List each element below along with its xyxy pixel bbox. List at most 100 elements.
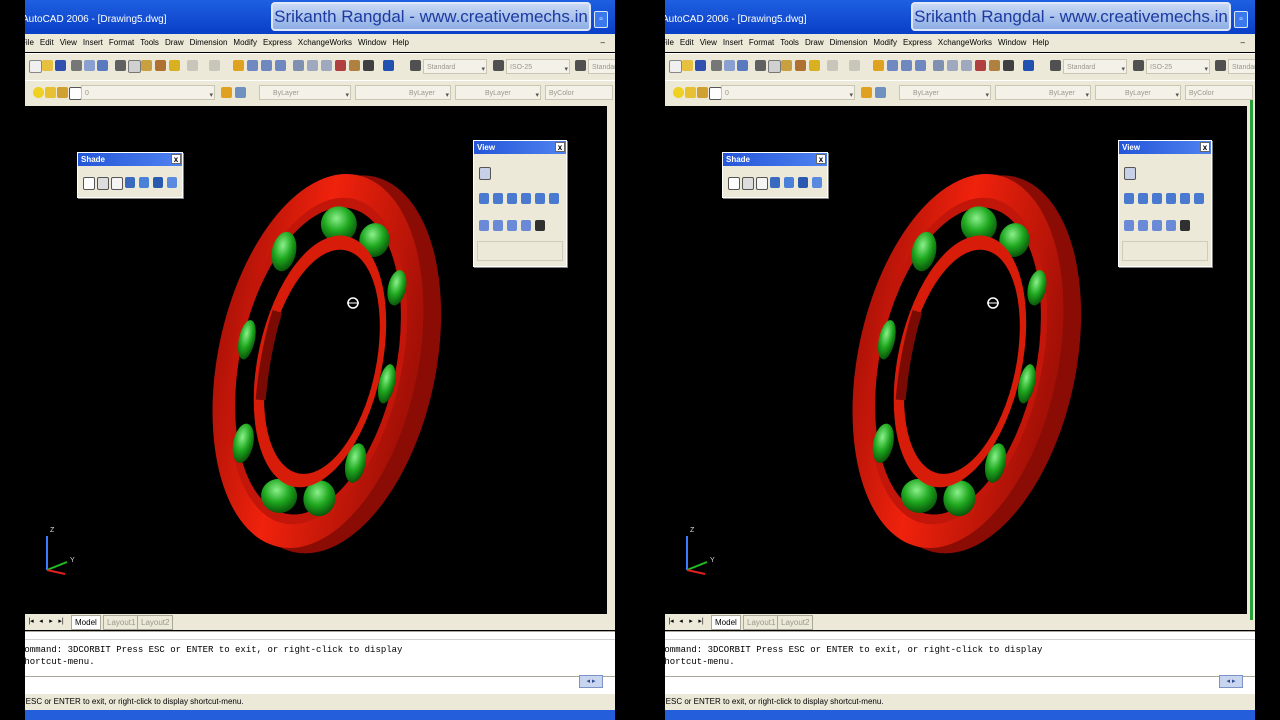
dim-style-select[interactable]: ISO-25 ▾ (506, 59, 570, 74)
gouraud-shaded-icon[interactable] (139, 177, 149, 188)
sw-iso-icon[interactable] (479, 220, 489, 231)
calculator-icon[interactable] (1003, 60, 1014, 71)
command-scroll-icon[interactable]: ◂ ▸ (1219, 675, 1243, 688)
back-view-icon[interactable] (1194, 193, 1204, 204)
menu-modify[interactable]: Modify (233, 34, 257, 52)
pan-icon[interactable] (233, 60, 244, 71)
markup-icon[interactable] (349, 60, 360, 71)
menu-format[interactable]: Format (109, 34, 134, 52)
layer-select[interactable]: 0 ▾ (81, 85, 215, 100)
se-iso-icon[interactable] (1138, 220, 1148, 231)
tab-layout2[interactable]: Layout2 (777, 615, 814, 630)
plot-style-select[interactable]: ByColor (1185, 85, 1253, 100)
properties-icon[interactable] (933, 60, 944, 71)
command-input[interactable] (665, 676, 1255, 691)
doc-close-icon[interactable]: – (1241, 34, 1245, 52)
tab-model[interactable]: Model (711, 615, 741, 630)
zoom-realtime-icon[interactable] (887, 60, 898, 71)
next-tab-icon[interactable]: ▸ (47, 616, 55, 627)
first-tab-icon[interactable]: |◂ (667, 616, 675, 627)
menu-edit[interactable]: Edit (40, 34, 54, 52)
named-views-icon[interactable] (479, 167, 491, 180)
menu-modify[interactable]: Modify (873, 34, 897, 52)
menu-insert[interactable]: Insert (83, 34, 103, 52)
zoom-window-icon[interactable] (901, 60, 912, 71)
table-style-select[interactable]: Standard (1228, 59, 1255, 74)
zoom-previous-icon[interactable] (915, 60, 926, 71)
command-input[interactable] (25, 676, 615, 691)
linetype-select[interactable]: ByLayer ▾ (355, 85, 451, 100)
layer-select[interactable]: 0 ▾ (721, 85, 855, 100)
table-style-select[interactable]: Standard (588, 59, 615, 74)
bottom-view-icon[interactable] (493, 193, 503, 204)
new-icon[interactable] (29, 60, 42, 73)
3d-wireframe-icon[interactable] (97, 177, 109, 190)
layer-previous-icon[interactable] (235, 87, 246, 98)
prev-tab-icon[interactable]: ◂ (677, 616, 685, 627)
paste-icon[interactable] (781, 60, 792, 71)
help-icon[interactable] (383, 60, 394, 71)
properties-icon[interactable] (293, 60, 304, 71)
sheet-set-icon[interactable] (335, 60, 346, 71)
left-view-icon[interactable] (507, 193, 517, 204)
flat-edges-icon[interactable] (153, 177, 163, 188)
zoom-realtime-icon[interactable] (247, 60, 258, 71)
menu-insert[interactable]: Insert (723, 34, 743, 52)
view-toolbar[interactable]: View x (1118, 140, 1212, 267)
menu-xchangeworks[interactable]: XchangeWorks (938, 34, 992, 52)
command-scroll-icon[interactable]: ◂ ▸ (579, 675, 603, 688)
tab-layout1[interactable]: Layout1 (103, 615, 140, 630)
restore-button[interactable]: ▫ (1234, 11, 1248, 28)
flat-shaded-icon[interactable] (770, 177, 780, 188)
layer-freeze-icon[interactable] (685, 87, 696, 98)
publish-icon[interactable] (97, 60, 108, 71)
cut-icon[interactable] (115, 60, 126, 71)
right-view-icon[interactable] (1166, 193, 1176, 204)
layer-manager-icon[interactable] (221, 87, 232, 98)
drawing-viewport[interactable]: Z Y Shade x View x (665, 106, 1247, 614)
3d-wireframe-icon[interactable] (742, 177, 754, 190)
plot-icon[interactable] (71, 60, 82, 71)
text-style-select[interactable]: Standard ▾ (1063, 59, 1127, 74)
lineweight-select[interactable]: ByLayer ▾ (455, 85, 541, 100)
menu-window[interactable]: Window (998, 34, 1026, 52)
menu-xchangeworks[interactable]: XchangeWorks (298, 34, 352, 52)
doc-close-icon[interactable]: – (601, 34, 605, 52)
menu-dimension[interactable]: Dimension (190, 34, 228, 52)
undo-icon[interactable] (827, 60, 838, 71)
text-style-select[interactable]: Standard ▾ (423, 59, 487, 74)
publish-icon[interactable] (737, 60, 748, 71)
vertical-scrollbar[interactable] (607, 106, 615, 614)
preview-icon[interactable] (84, 60, 95, 71)
view-toolbar-title[interactable]: View x (1119, 141, 1211, 154)
tool-palettes-icon[interactable] (321, 60, 332, 71)
zoom-previous-icon[interactable] (275, 60, 286, 71)
first-tab-icon[interactable]: |◂ (27, 616, 35, 627)
color-select[interactable]: ByLayer ▾ (899, 85, 991, 100)
open-icon[interactable] (42, 60, 53, 71)
close-icon[interactable]: x (171, 154, 181, 164)
shade-toolbar-title[interactable]: Shade x (78, 153, 182, 166)
color-select[interactable]: ByLayer ▾ (259, 85, 351, 100)
2d-wireframe-icon[interactable] (83, 177, 95, 190)
block-editor-icon[interactable] (169, 60, 180, 71)
menu-edit[interactable]: Edit (680, 34, 694, 52)
shade-toolbar[interactable]: Shade x (77, 152, 183, 198)
redo-icon[interactable] (849, 60, 860, 71)
camera-icon[interactable] (1180, 220, 1190, 231)
menu-dimension[interactable]: Dimension (830, 34, 868, 52)
menu-tools[interactable]: Tools (780, 34, 799, 52)
save-icon[interactable] (55, 60, 66, 71)
last-tab-icon[interactable]: ▸| (57, 616, 65, 627)
gouraud-shaded-icon[interactable] (784, 177, 794, 188)
menu-express[interactable]: Express (263, 34, 292, 52)
pan-icon[interactable] (873, 60, 884, 71)
next-tab-icon[interactable]: ▸ (687, 616, 695, 627)
design-center-icon[interactable] (947, 60, 958, 71)
sw-iso-icon[interactable] (1124, 220, 1134, 231)
top-view-icon[interactable] (1124, 193, 1134, 204)
layer-on-icon[interactable] (673, 87, 684, 98)
new-icon[interactable] (669, 60, 682, 73)
2d-wireframe-icon[interactable] (728, 177, 740, 190)
named-views-icon[interactable] (1124, 167, 1136, 180)
